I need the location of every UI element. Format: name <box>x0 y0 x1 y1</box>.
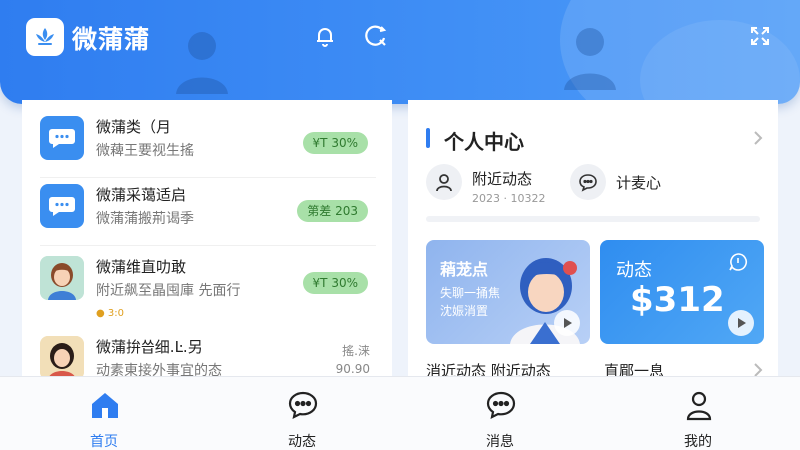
chat-bubble-icon <box>40 184 84 228</box>
divider <box>426 216 760 222</box>
list-item[interactable]: 微蒲采蔼适启 微蒲蒲搬荊谒季 第差 203 <box>40 184 376 246</box>
app-logo-icon[interactable] <box>26 18 64 56</box>
bottom-navigation: 首页 动态 消息 我的 <box>0 376 800 450</box>
nearby-activity-button[interactable]: 附近动态 2023 · 10322 <box>426 164 566 208</box>
app-title: 微蒲蒲 <box>72 25 151 54</box>
status-badge: 第差 203 <box>297 200 368 222</box>
section-title: 个人中心 <box>444 130 524 154</box>
header-avatar-silhouette-icon <box>560 20 620 94</box>
chat-bubble-icon <box>570 164 606 200</box>
app-header: 微蒲蒲 <box>0 0 800 104</box>
nav-label: 首页 <box>90 434 118 450</box>
nav-item-messages[interactable]: 消息 <box>460 385 540 450</box>
chat-bubble-icon <box>728 252 748 276</box>
header-avatar-silhouette-icon <box>172 24 232 98</box>
feature-card[interactable]: 蕱茏点 失聊一捅焦 沈娠消置 <box>426 240 590 344</box>
chat-bubble-icon <box>485 389 516 421</box>
avatar <box>40 336 84 380</box>
list-item[interactable]: 微蒲维直叻敢 附近飙至晶囤庫 先面行 ¥T 30% ● 3:0 <box>40 256 376 326</box>
card-line: 沈娠消置 <box>440 304 489 318</box>
nearby-subtext: 2023 · 10322 <box>472 192 546 205</box>
message-subtitle: 附近飙至晶囤庫 先面行 <box>96 283 241 299</box>
feature-card[interactable]: 动态 $312 <box>600 240 764 344</box>
divider <box>40 245 376 246</box>
card-line: 失聊一捅焦 <box>440 286 501 300</box>
message-title: 微蒲拚씁细.Ŀ.另 <box>96 338 203 356</box>
nav-item-home[interactable]: 首页 <box>64 385 144 450</box>
chat-bubble-icon <box>287 389 318 421</box>
chevron-right-icon[interactable] <box>752 130 764 150</box>
message-title: 微蒲类（月 <box>96 118 172 136</box>
card-title: 蕱茏点 <box>440 260 489 279</box>
chat-button[interactable]: 计麦心 <box>570 164 710 204</box>
message-meta: 搖.涞 <box>342 344 370 358</box>
play-icon[interactable] <box>554 310 580 336</box>
nav-label: 我的 <box>684 434 712 450</box>
bell-icon[interactable] <box>311 22 339 50</box>
section-accent-bar <box>426 128 430 148</box>
nav-label: 消息 <box>486 434 514 450</box>
chat-bubble-icon <box>40 116 84 160</box>
nav-item-activity[interactable]: 动态 <box>262 385 342 450</box>
search-refresh-icon[interactable] <box>362 22 390 50</box>
message-subtitle: 微薭王要视生搖 <box>96 143 194 159</box>
user-icon <box>426 164 462 200</box>
nav-label: 动态 <box>288 434 316 450</box>
divider <box>40 177 376 178</box>
message-title: 微蒲维直叻敢 <box>96 258 187 276</box>
list-item[interactable]: 微蒲类（月 微薭王要视生搖 ¥T 30% <box>40 116 376 178</box>
message-list: 微蒲类（月 微薭王要视生搖 ¥T 30% 微蒲采蔼适启 微蒲蒲搬荊谒季 第差 2… <box>22 100 392 390</box>
status-badge: ¥T 30% <box>302 132 368 154</box>
nav-item-profile[interactable]: 我的 <box>658 385 738 450</box>
message-title: 微蒲采蔼适启 <box>96 186 187 204</box>
play-icon[interactable] <box>728 310 754 336</box>
expand-icon[interactable] <box>746 22 774 50</box>
nearby-label: 附近动态 <box>472 170 533 188</box>
message-meta: 90.90 <box>335 362 370 376</box>
chat-label: 计麦心 <box>616 174 662 192</box>
card-title: 动态 <box>616 260 652 281</box>
home-icon <box>89 389 119 421</box>
personal-center-panel: 个人中心 附近动态 2023 · 10322 计麦心 蕱茏点 失聊一捅焦 沈娠消… <box>408 100 778 390</box>
message-subtitle: 微蒲蒲搬荊谒季 <box>96 211 194 227</box>
user-icon <box>683 389 713 421</box>
avatar <box>40 256 84 300</box>
balance-amount: $312 <box>630 280 725 320</box>
message-note: ● 3:0 <box>96 308 124 319</box>
status-badge: ¥T 30% <box>302 272 368 294</box>
